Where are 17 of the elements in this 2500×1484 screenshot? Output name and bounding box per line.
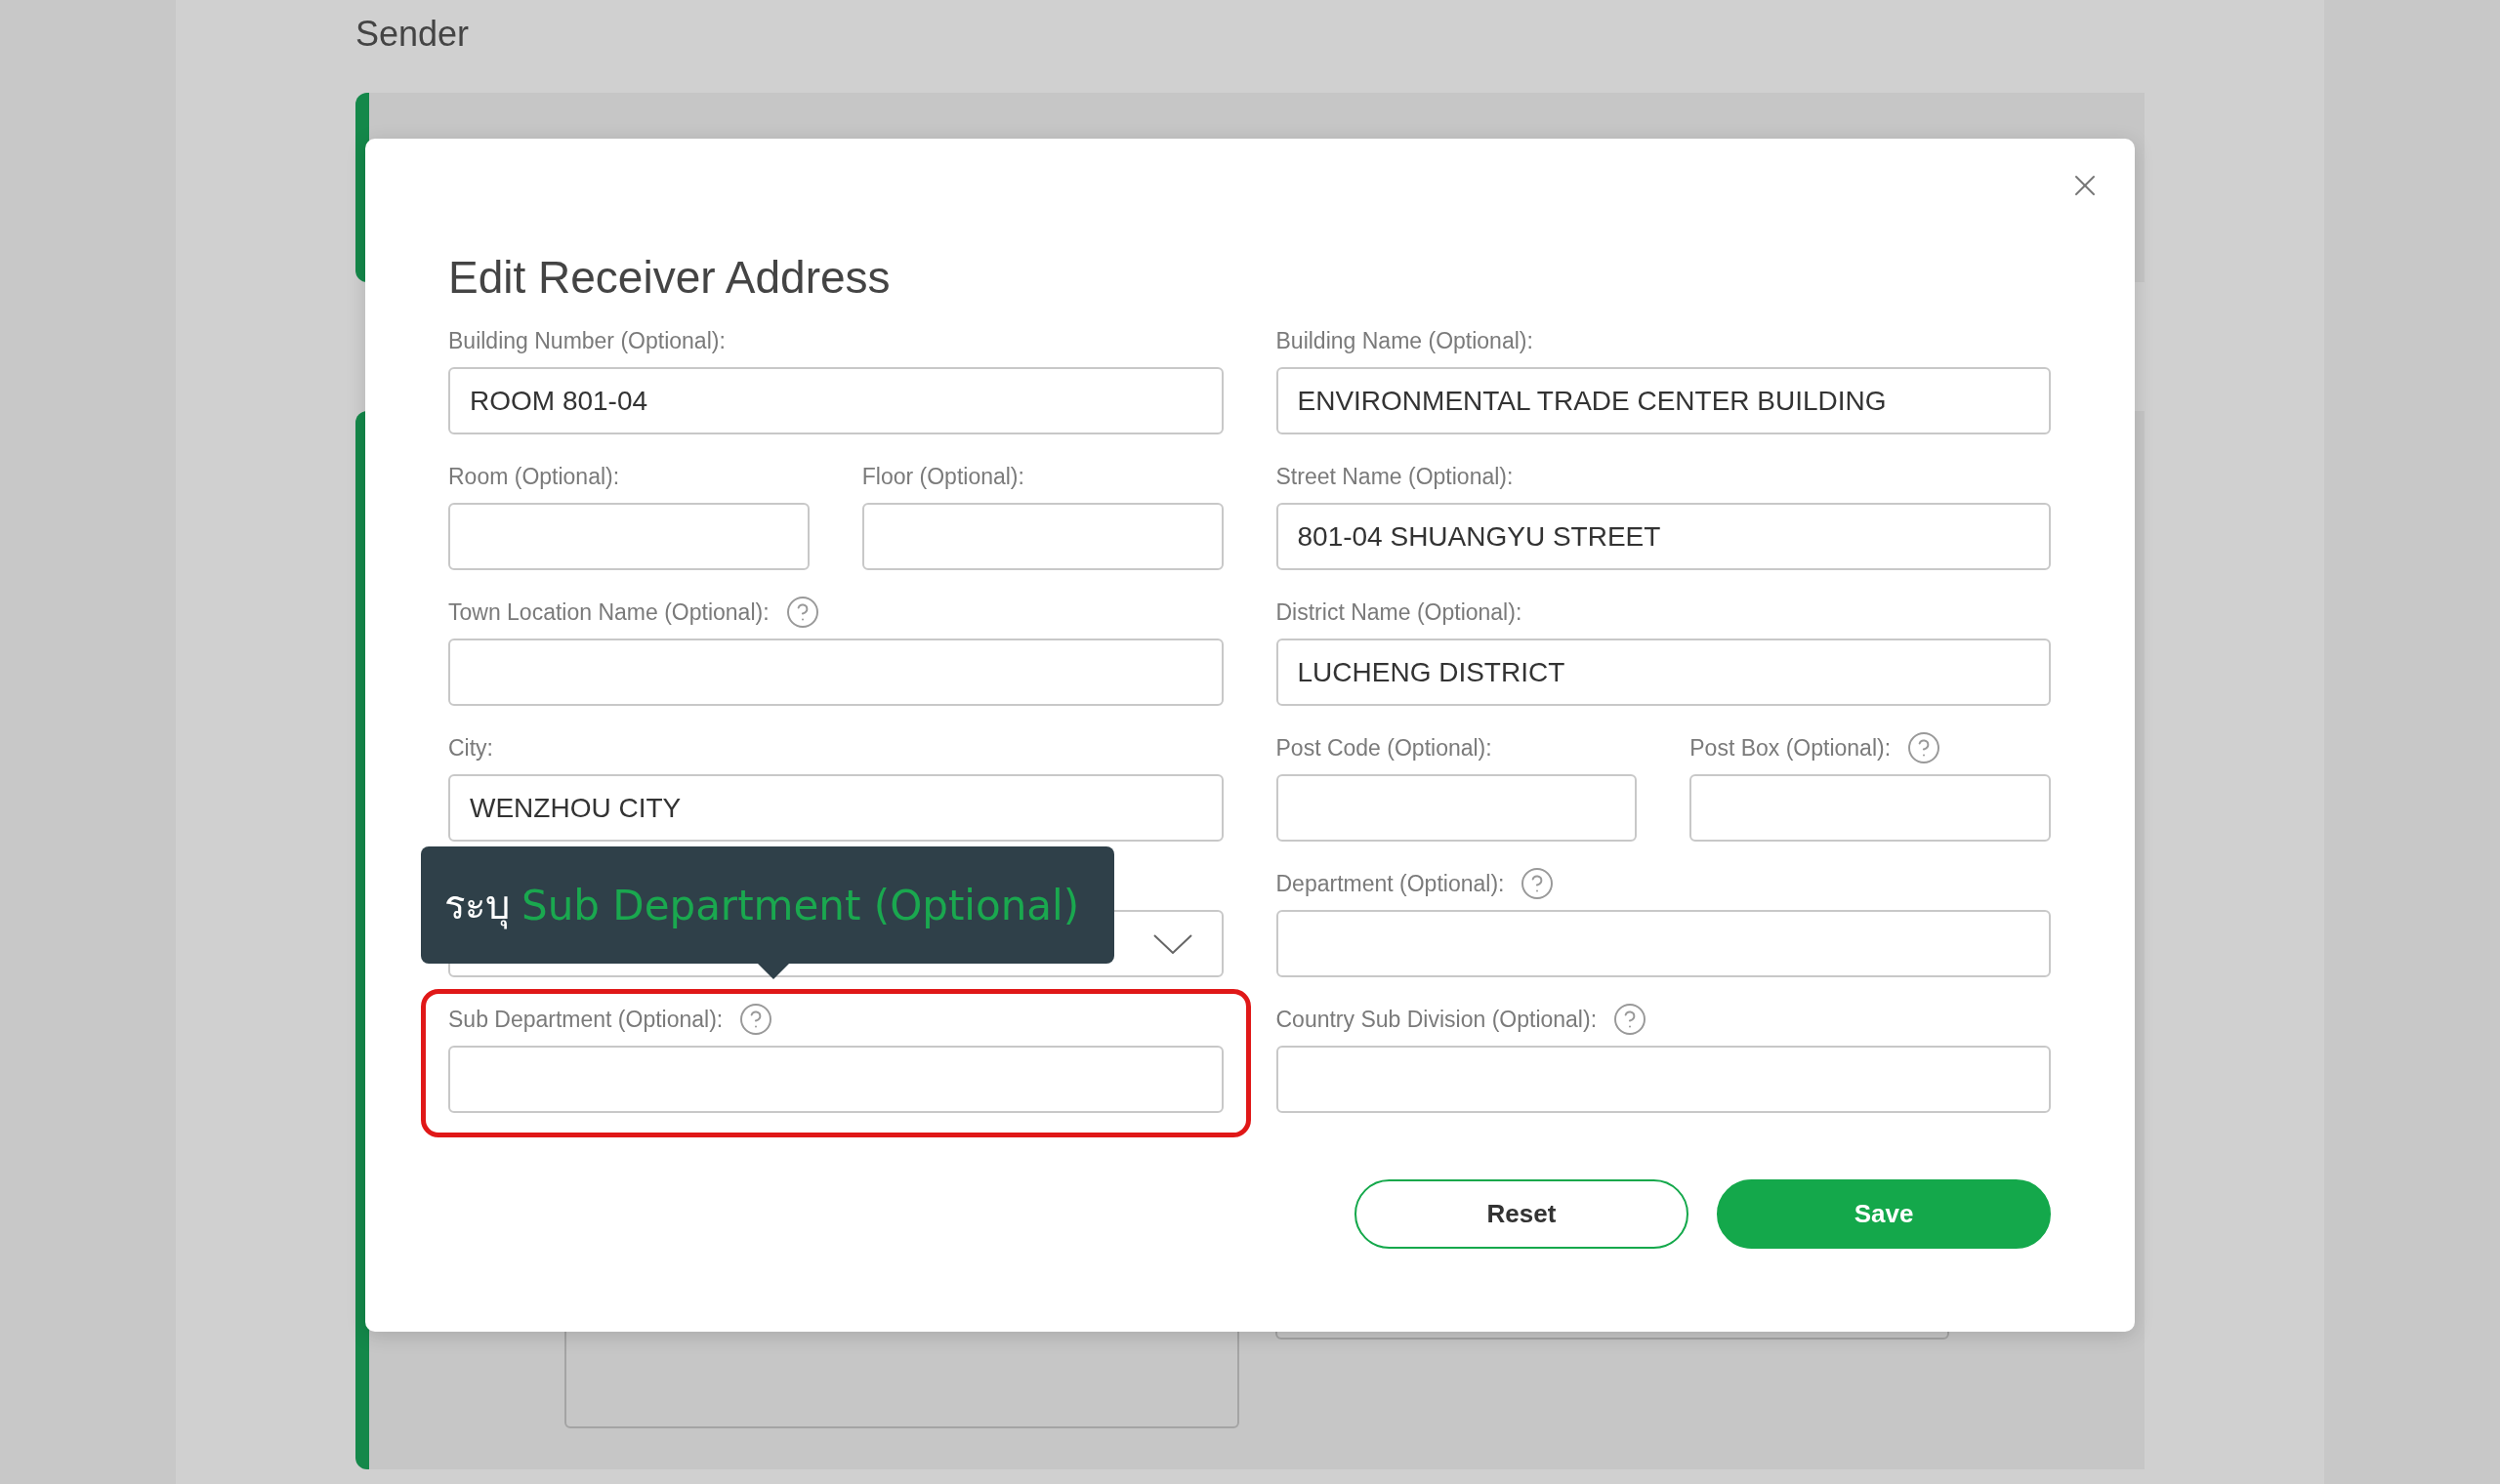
field-label: Post Code (Optional): [1275, 734, 1492, 762]
field-label: District Name (Optional): [1275, 598, 1522, 626]
tooltip-text: Sub Department (Optional) [521, 881, 1080, 929]
field-label: Department (Optional): [1275, 870, 1505, 897]
field-label: Country Sub Division (Optional): [1275, 1006, 1598, 1033]
field-label: Building Number (Optional): [448, 327, 726, 354]
field-label: Building Name (Optional): [1275, 327, 1533, 354]
field-label: Town Location Name (Optional): [448, 598, 770, 626]
field-label: Room (Optional): [448, 463, 620, 490]
field-label: Floor (Optional): [861, 463, 1024, 490]
field-label: Post Box (Optional): [1689, 734, 1892, 762]
field-label: Sub Department (Optional): [448, 1006, 724, 1033]
field-label: Street Name (Optional): [1275, 463, 1514, 490]
field-label: City: [448, 734, 493, 762]
section-heading: Sender [355, 14, 471, 56]
tooltip-prefix: ระบุ [444, 882, 510, 931]
dialog-title: Edit Receiver Address [448, 251, 892, 305]
